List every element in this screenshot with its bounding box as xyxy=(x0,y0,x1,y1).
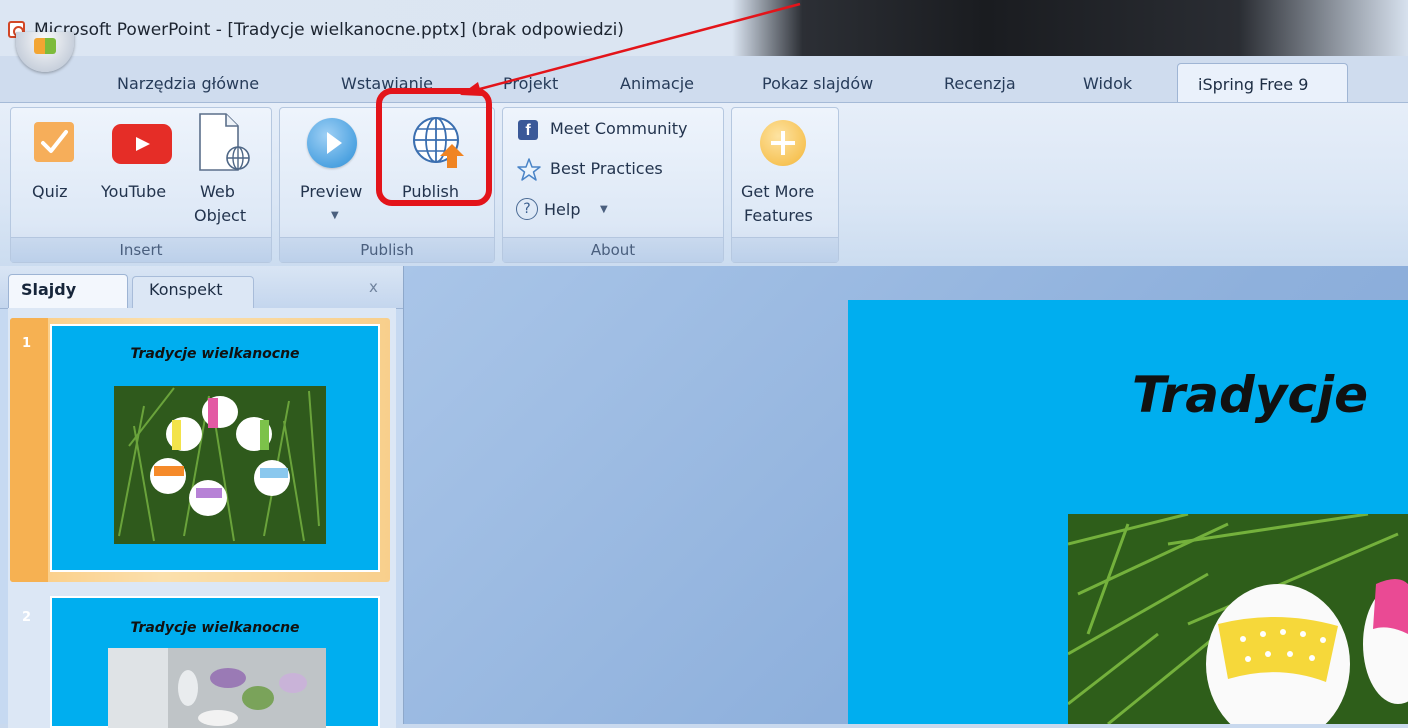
youtube-icon[interactable] xyxy=(112,124,172,164)
easter-eggs-image xyxy=(114,386,326,544)
help-icon: ? xyxy=(516,198,538,220)
quiz-icon[interactable] xyxy=(34,122,74,162)
group-more-label xyxy=(732,237,838,262)
facebook-icon: f xyxy=(518,120,538,140)
slide-number-1: 1 xyxy=(22,336,32,351)
web-object-label-2[interactable]: Object xyxy=(194,204,246,227)
slide-number-2: 2 xyxy=(22,610,32,625)
tab-konspekt[interactable]: Konspekt xyxy=(132,276,254,308)
preview-dropdown-icon[interactable]: ▼ xyxy=(331,204,339,227)
tab-recenzja[interactable]: Recenzja xyxy=(944,74,1016,93)
group-about-label: About xyxy=(503,237,723,262)
tab-animacje[interactable]: Animacje xyxy=(620,74,694,93)
star-icon xyxy=(517,158,541,181)
slide-thumbnail-2[interactable]: Tradycje wielkanocne xyxy=(50,596,380,728)
preview-icon[interactable] xyxy=(307,118,357,168)
slide-1-title: Tradycje wielkanocne xyxy=(130,346,300,362)
meet-community-label: Meet Community xyxy=(550,119,688,138)
tab-ispring-free-9[interactable]: iSpring Free 9 xyxy=(1177,63,1348,105)
get-more-label-2[interactable]: Features xyxy=(744,204,813,227)
web-object-label-1[interactable]: Web xyxy=(200,180,235,203)
tab-widok[interactable]: Widok xyxy=(1083,74,1132,93)
group-insert-label: Insert xyxy=(11,237,271,262)
publish-highlight-box xyxy=(376,88,492,206)
tab-pokaz-slajdow[interactable]: Pokaz slajdów xyxy=(762,74,873,93)
panel-tab-bar: Slajdy Konspekt x xyxy=(0,266,403,309)
slide-thumbnail-1[interactable]: Tradycje wielkanocne xyxy=(50,324,380,572)
group-publish-label: Publish xyxy=(280,237,494,262)
get-more-features-icon[interactable] xyxy=(760,120,806,166)
best-practices-label: Best Practices xyxy=(550,159,663,178)
current-slide-image[interactable] xyxy=(1068,514,1408,724)
slide-1-selection-bar xyxy=(10,318,48,582)
tab-slajdy-label: Slajdy xyxy=(21,280,77,299)
office-logo-icon xyxy=(34,38,56,54)
tab-ispring-label: iSpring Free 9 xyxy=(1198,75,1309,94)
slide-2-title: Tradycje wielkanocne xyxy=(130,620,300,636)
help-label: Help xyxy=(544,200,581,219)
tab-konspekt-label: Konspekt xyxy=(149,280,223,299)
help-dropdown-icon: ▼ xyxy=(600,204,608,215)
easter-decoration-image xyxy=(108,648,326,728)
window-title: Microsoft PowerPoint - [Tradycje wielkan… xyxy=(34,20,624,40)
close-panel-icon[interactable]: x xyxy=(369,278,378,296)
tab-narzedzia-glowne[interactable]: Narzędzia główne xyxy=(117,74,259,93)
tab-projekt[interactable]: Projekt xyxy=(503,74,558,93)
youtube-button[interactable]: YouTube xyxy=(101,180,166,203)
title-bar: Microsoft PowerPoint - [Tradycje wielkan… xyxy=(0,0,1408,56)
get-more-label-1[interactable]: Get More xyxy=(741,180,814,203)
current-slide-title[interactable]: Tradycje xyxy=(1132,366,1368,424)
preview-button[interactable]: Preview xyxy=(300,180,362,203)
quiz-button[interactable]: Quiz xyxy=(32,180,68,203)
tab-slajdy[interactable]: Slajdy xyxy=(8,274,128,308)
web-object-icon[interactable] xyxy=(198,112,254,178)
